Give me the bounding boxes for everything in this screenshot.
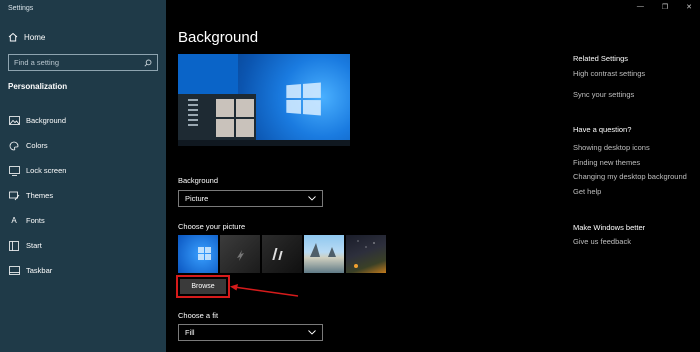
app-title: Settings [8, 5, 34, 12]
sidebar-item-label: Taskbar [26, 266, 53, 275]
browse-button[interactable]: Browse [180, 279, 226, 294]
search-input[interactable]: Find a setting [8, 54, 158, 71]
preview-tile [216, 99, 234, 117]
picture-thumbnail-2[interactable] [220, 235, 260, 273]
sidebar-item-lock-screen[interactable]: Lock screen [0, 158, 166, 183]
search-placeholder: Find a setting [14, 58, 60, 67]
sidebar-nav: Background Colors Lock screen Themes A F… [0, 108, 166, 283]
preview-tile [216, 119, 234, 137]
annotation-arrow [230, 284, 299, 297]
preview-start-menu [178, 94, 256, 140]
desktop-preview [178, 54, 350, 146]
page-title: Background [178, 29, 259, 46]
sidebar-item-start[interactable]: Start [0, 233, 166, 258]
home-icon [8, 32, 18, 42]
picture-thumbnails [178, 235, 386, 273]
main-content: — ❐ ✕ Background Background Picture Choo… [166, 0, 700, 352]
sidebar-item-label: Colors [26, 141, 48, 150]
sidebar-item-label: Lock screen [26, 166, 67, 175]
related-settings-heading: Related Settings [573, 54, 629, 63]
sidebar: Settings Home Find a setting Personaliza… [0, 0, 166, 352]
desktop-icons-link[interactable]: Showing desktop icons [573, 143, 650, 152]
sync-settings-link[interactable]: Sync your settings [573, 90, 634, 99]
background-dropdown[interactable]: Picture [178, 190, 323, 207]
home-link[interactable]: Home [8, 32, 45, 42]
sidebar-item-fonts[interactable]: A Fonts [0, 208, 166, 233]
chevron-down-icon [308, 328, 316, 337]
monitor-icon [8, 165, 20, 176]
home-label: Home [24, 32, 46, 42]
sidebar-item-label: Themes [26, 191, 54, 200]
change-background-link[interactable]: Changing my desktop background [573, 172, 687, 181]
fit-dropdown-value: Fill [185, 328, 195, 337]
sidebar-item-background[interactable]: Background [0, 108, 166, 133]
window-controls: — ❐ ✕ [637, 3, 692, 11]
sidebar-item-label: Background [26, 116, 67, 125]
preview-taskbar [178, 140, 350, 146]
sidebar-item-themes[interactable]: Themes [0, 183, 166, 208]
choose-picture-label: Choose your picture [178, 222, 246, 231]
fit-label: Choose a fit [178, 311, 219, 320]
search-icon[interactable] [144, 54, 152, 72]
sidebar-item-label: Fonts [26, 216, 45, 225]
windows-logo-icon [286, 82, 321, 116]
palette-icon [8, 141, 20, 151]
sidebar-item-taskbar[interactable]: Taskbar [0, 258, 166, 283]
sidebar-item-colors[interactable]: Colors [0, 133, 166, 158]
high-contrast-link[interactable]: High contrast settings [573, 69, 645, 78]
background-label: Background [178, 176, 219, 185]
preview-tile [236, 119, 254, 137]
background-dropdown-value: Picture [185, 194, 209, 203]
chevron-down-icon [308, 194, 316, 203]
windows-better-heading: Make Windows better [573, 223, 646, 232]
close-button[interactable]: ✕ [686, 3, 692, 11]
question-heading: Have a question? [573, 125, 632, 134]
font-icon: A [11, 216, 17, 225]
start-grid-icon [8, 240, 20, 251]
new-themes-link[interactable]: Finding new themes [573, 158, 640, 167]
picture-thumbnail-4[interactable] [304, 235, 344, 273]
preview-tile [236, 99, 254, 117]
feedback-link[interactable]: Give us feedback [573, 237, 631, 246]
taskbar-icon [8, 266, 20, 276]
section-title: Personalization [8, 82, 68, 91]
picture-thumbnail-3[interactable] [262, 235, 302, 273]
picture-thumbnail-1[interactable] [178, 235, 218, 273]
sidebar-item-label: Start [26, 241, 42, 250]
maximize-button[interactable]: ❐ [662, 3, 668, 11]
brush-icon [8, 191, 20, 201]
fit-dropdown[interactable]: Fill [178, 324, 323, 341]
get-help-link[interactable]: Get help [573, 187, 601, 196]
picture-icon [8, 116, 20, 126]
minimize-button[interactable]: — [637, 3, 644, 11]
picture-thumbnail-5[interactable] [346, 235, 386, 273]
